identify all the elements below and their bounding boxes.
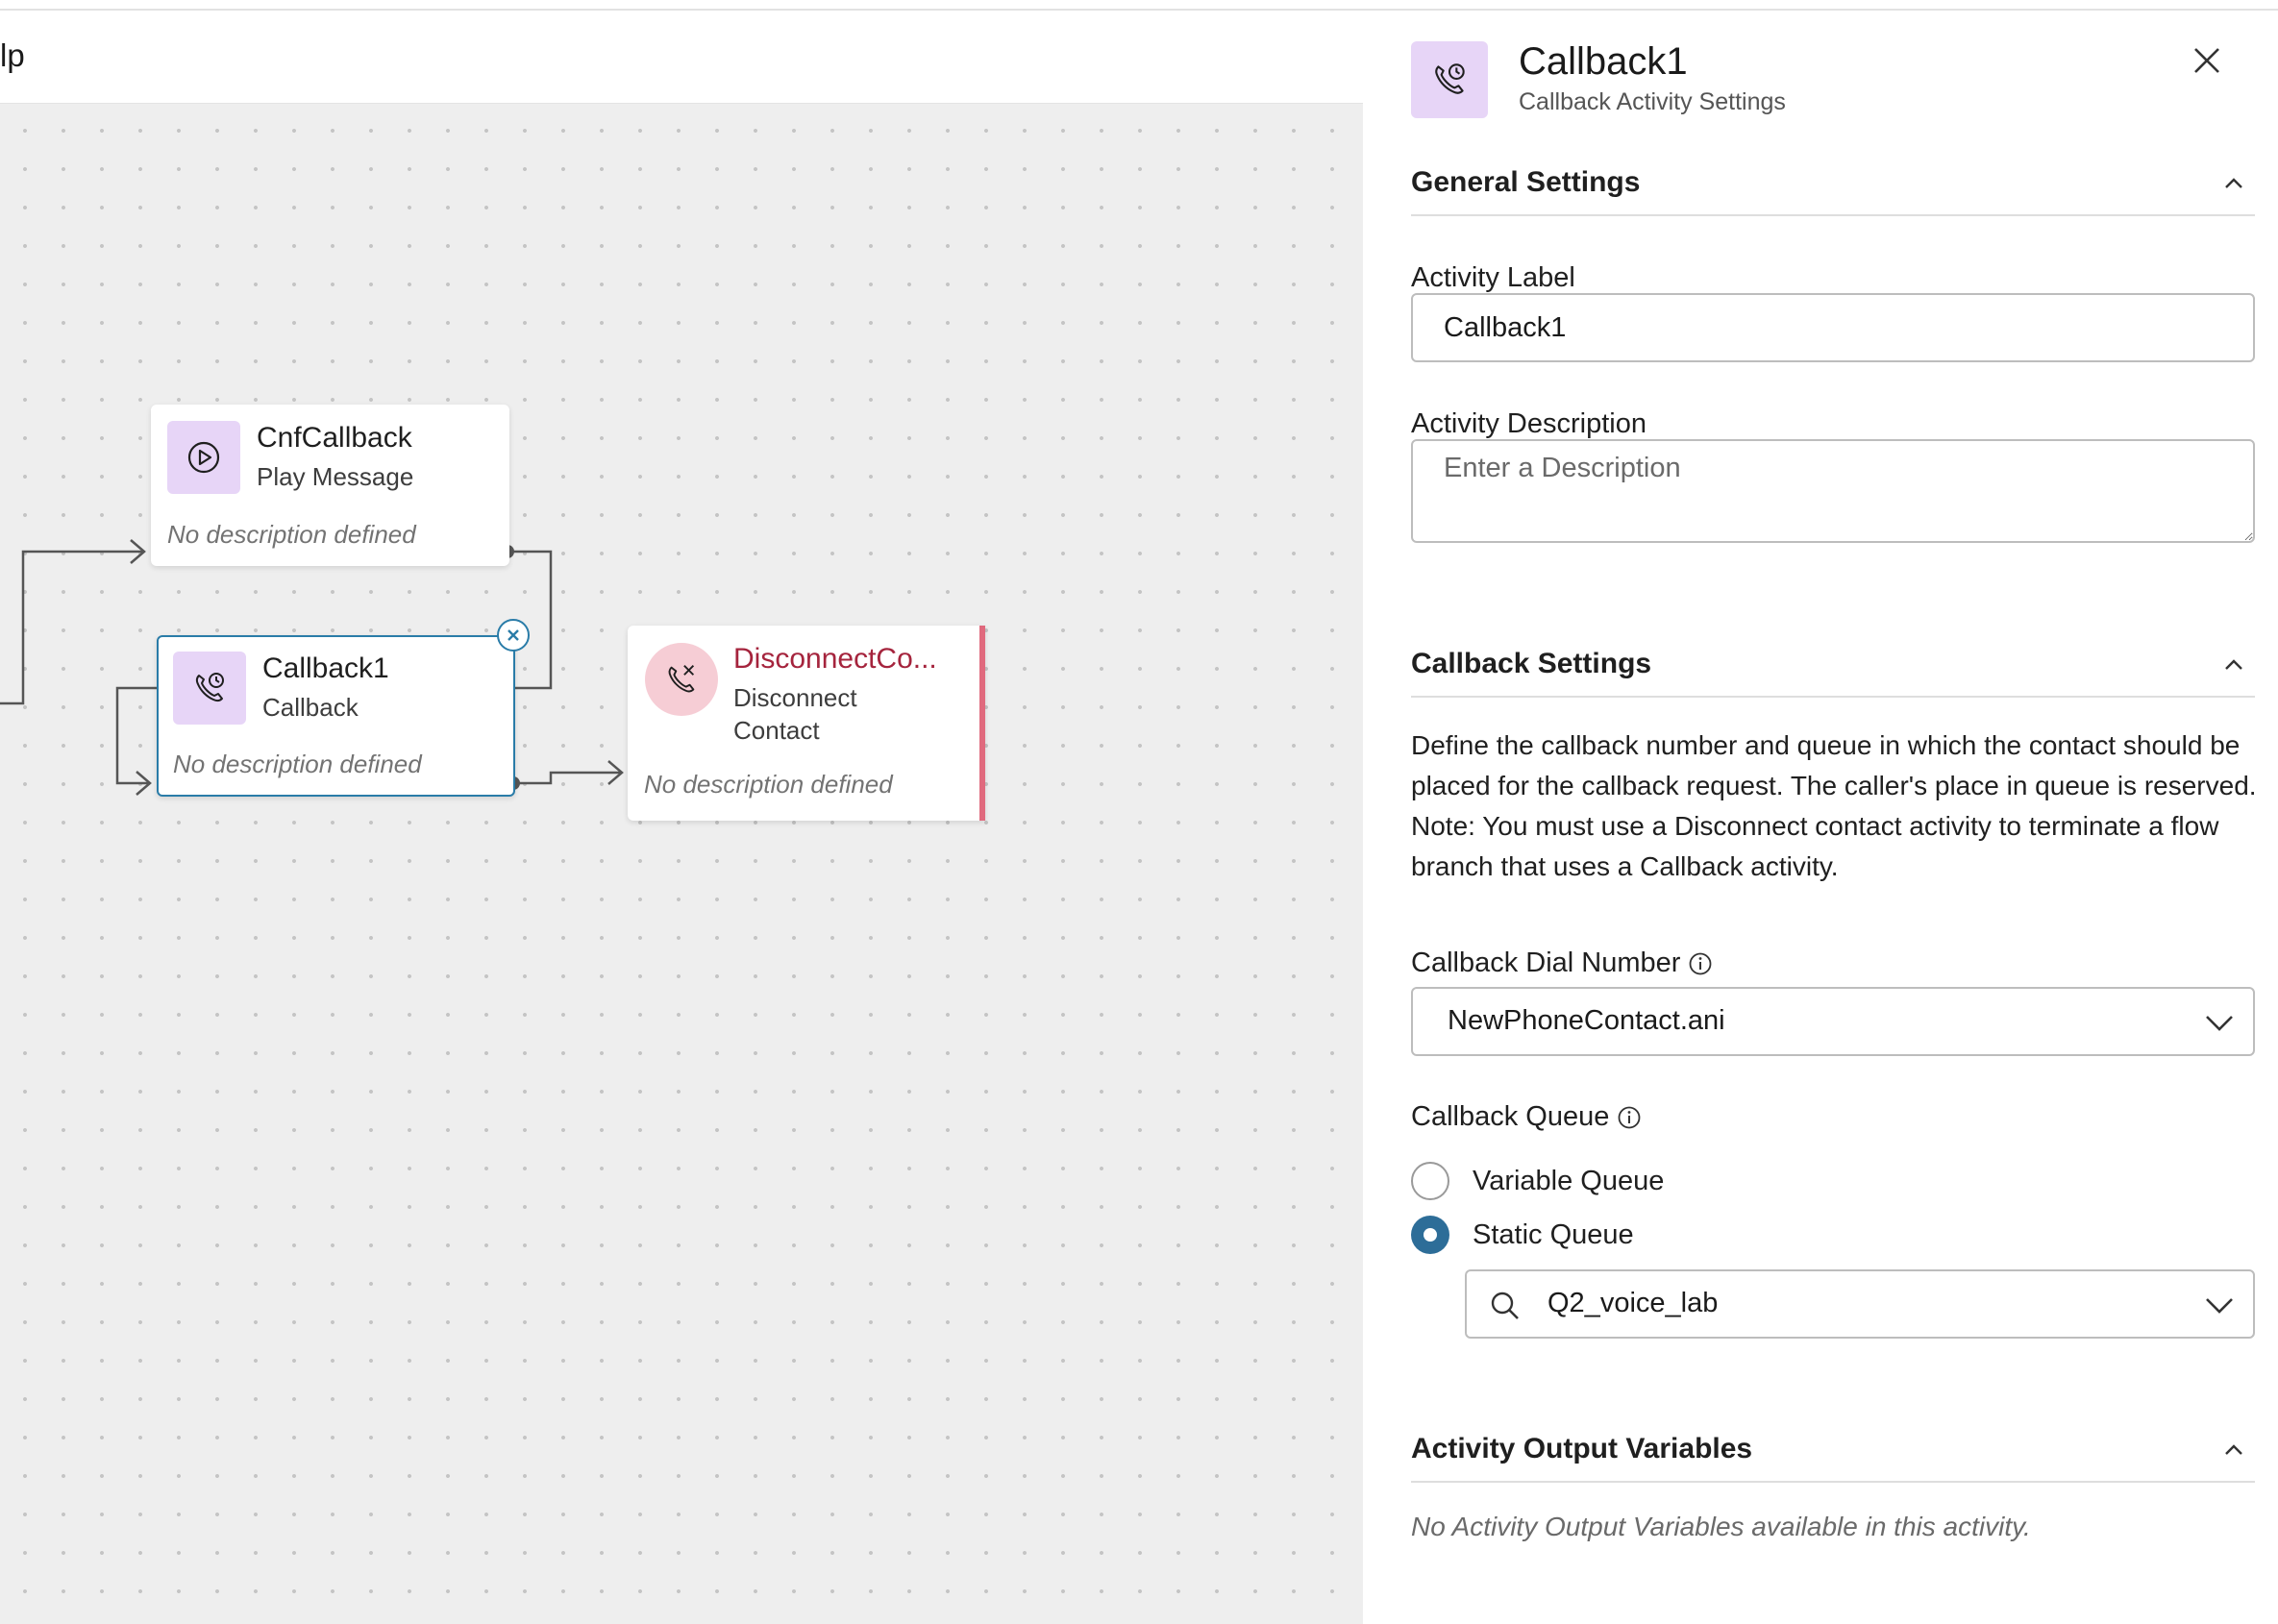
callback-phone-icon — [173, 652, 246, 725]
top-border — [0, 0, 2278, 11]
node-disconnect-contact[interactable]: DisconnectCo... Disconnect Contact No de… — [628, 626, 985, 821]
connector-in-cnf — [0, 550, 142, 705]
label-text: Activity Description — [1411, 408, 1647, 439]
static-queue-select[interactable]: Q2_voice_lab — [1465, 1269, 2255, 1339]
output-variables-empty: No Activity Output Variables available i… — [1411, 1512, 2031, 1541]
node-type-line: Disconnect — [733, 683, 857, 712]
flow-canvas[interactable] — [0, 104, 1363, 1624]
activity-label-label: Activity Label — [1411, 262, 1575, 294]
callback-queue-label: Callback Queue — [1411, 1101, 1642, 1133]
node-type-line: Contact — [733, 716, 820, 745]
search-icon — [1491, 1292, 1519, 1319]
callback-phone-icon — [1411, 41, 1488, 118]
radio-button[interactable] — [1411, 1162, 1449, 1200]
close-icon — [508, 629, 519, 641]
disconnect-phone-icon — [645, 643, 718, 716]
label-text: Callback Queue — [1411, 1101, 1610, 1132]
radio-static-queue[interactable]: Static Queue — [1411, 1214, 1634, 1256]
radio-label: Static Queue — [1473, 1218, 1634, 1250]
toolbar-menu-item[interactable]: lp — [0, 37, 25, 74]
section-title: General Settings — [1411, 166, 1641, 198]
node-description: No description defined — [644, 770, 893, 799]
node-cnfcallback[interactable]: CnfCallback Play Message No description … — [151, 405, 509, 566]
chevron-up-icon — [2225, 178, 2242, 188]
label-text: Callback Dial Number — [1411, 947, 1681, 978]
node-type: Callback — [262, 693, 359, 722]
node-title: Callback1 — [262, 652, 389, 684]
canvas-toolbar: lp — [0, 11, 1363, 104]
section-title: Callback Settings — [1411, 648, 1652, 679]
chevron-up-icon — [2225, 659, 2242, 670]
node-description: No description defined — [167, 520, 416, 549]
panel-subtitle: Callback Activity Settings — [1519, 88, 1786, 115]
radio-button-selected[interactable] — [1411, 1216, 1449, 1254]
activity-description-label: Activity Description — [1411, 408, 1647, 440]
node-description: No description defined — [173, 750, 422, 778]
node-callback1[interactable]: Callback1 Callback No description define… — [157, 635, 515, 797]
chevron-up-icon — [2225, 1444, 2242, 1455]
node-title: DisconnectCo... — [733, 643, 937, 675]
callback-settings-description: Define the callback number and queue in … — [1411, 730, 2257, 881]
remove-node-button[interactable] — [497, 619, 530, 652]
play-message-icon — [167, 421, 240, 494]
activity-settings-panel: Callback1 Callback Activity Settings Gen… — [1365, 11, 2278, 1624]
chevron-down-icon — [2206, 1298, 2233, 1314]
radio-variable-queue[interactable]: Variable Queue — [1411, 1160, 1664, 1202]
general-settings-header[interactable]: General Settings — [1411, 155, 2255, 216]
callback-dial-number-label: Callback Dial Number — [1411, 947, 1713, 979]
flow-designer: lp CnfCallback Play Message No descripti… — [0, 11, 1363, 1624]
activity-label-input[interactable] — [1411, 293, 2255, 362]
selected-value: NewPhoneContact.ani — [1448, 1005, 1725, 1036]
output-variables-header[interactable]: Activity Output Variables — [1411, 1421, 2255, 1483]
radio-label: Variable Queue — [1473, 1165, 1665, 1196]
label-text: Activity Label — [1411, 262, 1575, 293]
close-panel-button[interactable] — [2188, 41, 2226, 80]
activity-description-textarea[interactable] — [1411, 439, 2255, 543]
connector-callback-disconnect — [513, 771, 620, 785]
section-title: Activity Output Variables — [1411, 1433, 1753, 1464]
info-icon[interactable] — [1688, 951, 1713, 976]
close-icon — [2194, 48, 2219, 73]
flow-connectors — [0, 539, 624, 796]
node-type: Disconnect Contact — [733, 681, 857, 747]
radio-dot — [1424, 1228, 1437, 1242]
node-type: Play Message — [257, 462, 414, 491]
panel-title: Callback1 — [1519, 40, 1688, 83]
callback-dial-number-select[interactable]: NewPhoneContact.ani — [1411, 987, 2255, 1056]
chevron-down-icon — [2206, 1016, 2233, 1031]
node-title: CnfCallback — [257, 422, 412, 454]
callback-settings-header[interactable]: Callback Settings — [1411, 636, 2255, 698]
selected-value: Q2_voice_lab — [1548, 1288, 1719, 1318]
info-icon[interactable] — [1617, 1105, 1642, 1130]
